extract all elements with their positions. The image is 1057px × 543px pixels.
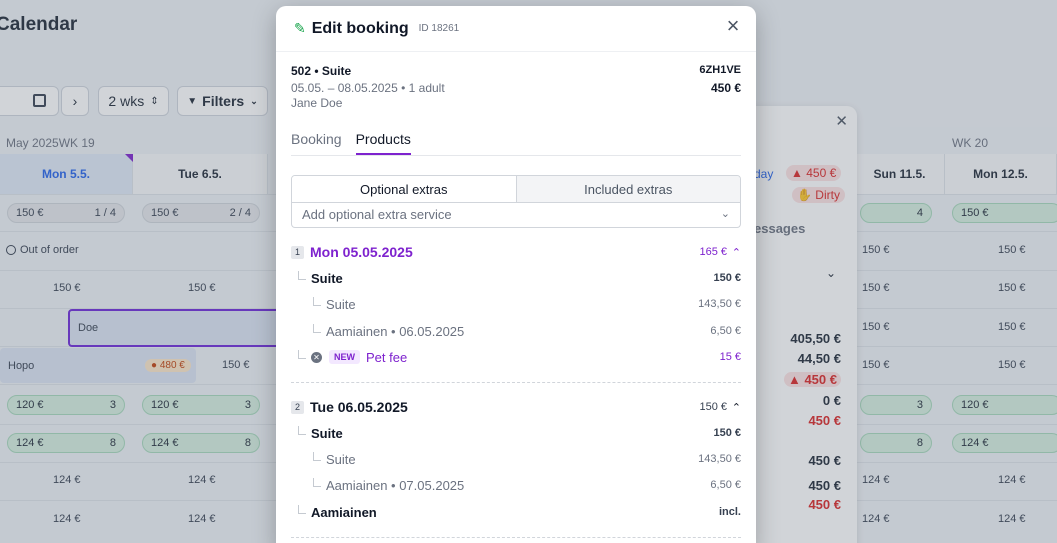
item-amount: incl. — [718, 506, 741, 518]
item-label: Aamiainen — [311, 504, 377, 520]
item-label: Aamiainen • 07.05.2025 — [326, 477, 465, 493]
edit-booking-modal: ✎ Edit booking ID 18261 × 502 • Suite 05… — [276, 6, 756, 543]
tab-products[interactable]: Products — [355, 131, 411, 155]
booking-code: 6ZH1VE — [699, 64, 741, 76]
item-amount: 6,50 € — [710, 325, 741, 337]
new-badge: NEW — [329, 350, 360, 364]
pencil-icon: ✎ — [294, 20, 306, 36]
list-item: Aamiainen • 07.05.2025 6,50 € — [291, 475, 741, 495]
list-item: Aamiainen incl. — [291, 502, 741, 522]
day-name: Mon 05.05.2025 — [310, 244, 413, 260]
day-group-header[interactable]: 2 Tue 06.05.2025 150 € ⌃ — [291, 397, 741, 417]
item-amount: 143,50 € — [698, 453, 741, 465]
list-item: Aamiainen • 06.05.2025 6,50 € — [291, 321, 741, 341]
tree-connector — [298, 504, 306, 514]
add-extra-placeholder: Add optional extra service — [302, 207, 452, 222]
divider — [291, 537, 741, 538]
optional-extras-tab[interactable]: Optional extras — [292, 176, 517, 202]
item-label: Suite — [311, 425, 343, 441]
item-amount: 143,50 € — [698, 298, 741, 310]
item-label: Suite — [326, 296, 356, 312]
chevron-up-icon[interactable]: ⌃ — [732, 401, 741, 414]
tree-connector — [298, 349, 306, 359]
booking-id: ID 18261 — [418, 23, 460, 34]
list-item: Suite 143,50 € — [291, 294, 741, 314]
booking-summary: 502 • Suite 05.05. – 08.05.2025 • 1 adul… — [291, 64, 741, 110]
included-extras-tab[interactable]: Included extras — [516, 176, 740, 202]
stay-dates: 05.05. – 08.05.2025 • 1 adult — [291, 81, 445, 95]
tree-connector — [313, 296, 321, 306]
item-label: Aamiainen • 06.05.2025 — [326, 323, 465, 339]
day-amount: 150 € — [699, 401, 727, 413]
day-number: 2 — [291, 400, 304, 414]
item-amount: 6,50 € — [710, 479, 741, 491]
divider — [291, 382, 741, 383]
day-amount: 165 € — [699, 246, 727, 258]
guest-name: Jane Doe — [291, 96, 343, 110]
tree-connector — [298, 425, 306, 435]
day-name: Tue 06.05.2025 — [310, 399, 408, 415]
close-icon[interactable]: × — [722, 15, 744, 38]
tab-booking[interactable]: Booking — [291, 131, 342, 155]
tree-connector — [313, 477, 321, 487]
item-label: Suite — [326, 451, 356, 467]
tree-connector — [298, 270, 306, 280]
day-group-header[interactable]: 1 Mon 05.05.2025 165 € ⌃ — [291, 242, 741, 262]
chevron-down-icon: ⌄ — [720, 208, 730, 220]
modal-header: ✎ Edit booking ID 18261 — [276, 6, 756, 52]
remove-icon[interactable]: ✕ — [311, 351, 322, 363]
item-label: Suite — [311, 270, 343, 286]
add-extra-select[interactable]: Add optional extra service ⌄ — [291, 202, 741, 228]
extras-toggle: Optional extras Included extras — [291, 175, 741, 203]
list-item: Suite 150 € — [291, 423, 741, 443]
day-number: 1 — [291, 245, 304, 259]
booking-total: 450 € — [710, 81, 741, 95]
tree-connector — [313, 323, 321, 333]
item-label: Pet fee — [366, 349, 408, 365]
room-label: 502 • Suite — [291, 64, 352, 78]
list-item: Suite 143,50 € — [291, 449, 741, 469]
modal-tabs: Booking Products — [291, 131, 741, 156]
list-item-new: ✕ NEW Pet fee 15 € — [291, 347, 741, 367]
tree-connector — [313, 451, 321, 461]
item-amount: 150 € — [713, 272, 741, 284]
chevron-up-icon[interactable]: ⌃ — [732, 246, 741, 259]
item-amount: 15 € — [719, 351, 741, 363]
list-item: Suite 150 € — [291, 268, 741, 288]
modal-title: Edit booking — [311, 19, 409, 37]
item-amount: 150 € — [713, 427, 741, 439]
